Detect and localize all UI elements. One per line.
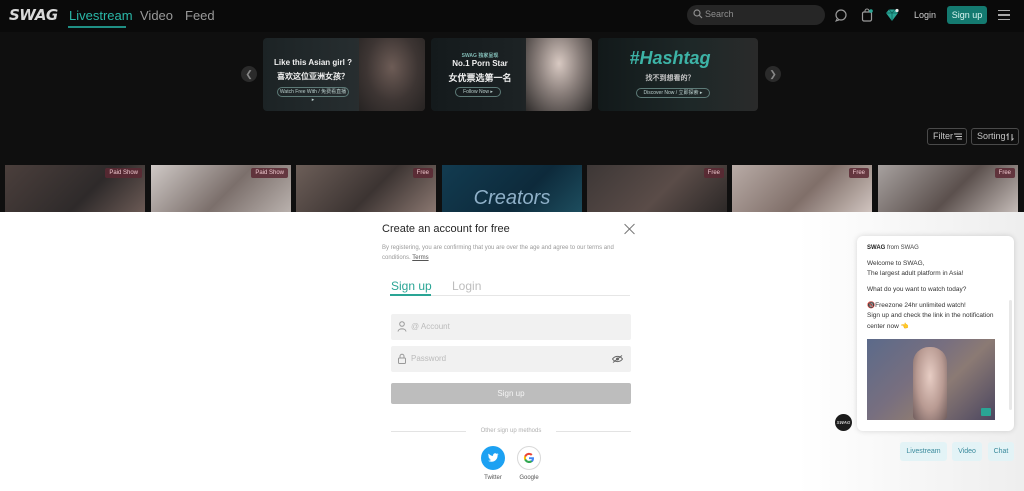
chat-scrollbar[interactable] — [1009, 300, 1012, 410]
tab-signup[interactable]: Sign up — [391, 279, 432, 293]
chat-message-line: The largest adult platform in Asia! — [867, 270, 964, 277]
banner-cta[interactable]: Follow Now ▸ — [455, 87, 501, 97]
preview-figure — [913, 347, 947, 420]
chat-popup[interactable]: SWAG from SWAG Welcome to SWAG, The larg… — [857, 236, 1014, 431]
stream-card[interactable]: Paid Show — [5, 165, 145, 212]
stream-card[interactable]: Free — [296, 165, 436, 212]
banner-photo — [359, 38, 425, 111]
google-label: Google — [519, 475, 539, 481]
account-placeholder: @ Account — [411, 322, 450, 331]
chat-sender: SWAG from SWAG — [867, 245, 919, 251]
banner-cta[interactable]: Watch Free With / 免费看直播 ▸ — [277, 87, 349, 103]
quick-reply-livestream[interactable]: Livestream — [900, 442, 947, 461]
chat-message-line: Welcome to SWAG, — [867, 260, 925, 267]
stream-card[interactable]: Free — [732, 165, 872, 212]
creators-card[interactable]: Creators — [442, 165, 582, 212]
terms-disclaimer: By registering, you are confirming that … — [382, 243, 637, 263]
expand-icon — [981, 408, 991, 416]
free-badge: Free — [848, 168, 869, 178]
diamond-icon[interactable] — [885, 8, 899, 22]
tab-active-underline — [390, 294, 431, 296]
paid-show-badge: Paid Show — [251, 168, 288, 178]
banner-title: #Hashtag — [629, 48, 711, 68]
stream-card[interactable]: Free — [878, 165, 1018, 212]
banner-photo — [526, 38, 592, 111]
chat-bubble-icon[interactable] — [834, 8, 848, 22]
signup-button[interactable]: Sign up — [947, 6, 987, 24]
search-icon — [693, 9, 703, 19]
terms-link[interactable]: Terms — [412, 255, 428, 261]
twitter-login-button[interactable] — [481, 446, 505, 470]
nav-feed[interactable]: Feed — [185, 8, 215, 23]
tab-login[interactable]: Login — [452, 279, 481, 293]
close-icon[interactable] — [624, 223, 636, 235]
top-header: SWAG Livestream Video Feed Search Login … — [0, 0, 1024, 32]
login-button[interactable]: Login — [909, 6, 941, 24]
hamburger-menu-icon[interactable] — [998, 10, 1010, 20]
signup-submit-button[interactable]: Sign up — [391, 383, 631, 404]
free-badge: Free — [412, 168, 433, 178]
nav-livestream[interactable]: Livestream — [69, 8, 133, 23]
stream-card[interactable]: Paid Show — [151, 165, 291, 212]
chat-preview-image[interactable] — [867, 339, 995, 420]
banner-title: Like this Asian girl ? — [274, 58, 352, 67]
swag-logo[interactable]: SWAG — [9, 6, 58, 24]
banner-hashtag[interactable]: #Hashtag 找不到想看的？ Discover Now / 立即探索 ▸ — [598, 38, 758, 111]
twitter-label: Twitter — [484, 475, 502, 481]
free-badge: Free — [994, 168, 1015, 178]
search-placeholder: Search — [705, 9, 734, 19]
banner-prev-arrow[interactable]: ❮ — [241, 66, 257, 82]
banner-subtitle: 女优票选第一名 — [448, 73, 512, 83]
user-icon — [397, 321, 407, 332]
chat-sender-name: SWAG — [867, 245, 886, 251]
sorting-button[interactable]: Sorting — [971, 128, 1019, 145]
quick-reply-chat[interactable]: Chat — [988, 442, 1014, 461]
banner-next-arrow[interactable]: ❯ — [765, 66, 781, 82]
filter-button[interactable]: Filter — [927, 128, 967, 145]
shopping-bag-icon[interactable] — [860, 8, 874, 22]
banner-porn-star[interactable]: SWAG 独家呈现 No.1 Porn Star 女优票选第一名 Follow … — [431, 38, 592, 111]
sort-icon — [1006, 132, 1014, 141]
filter-icon — [954, 133, 962, 140]
sorting-label: Sorting — [977, 131, 1006, 141]
banner-cta[interactable]: Discover Now / 立即探索 ▸ — [636, 88, 710, 98]
chat-sender-suffix: from SWAG — [885, 245, 919, 251]
nav-video[interactable]: Video — [140, 8, 173, 23]
creators-label: Creators — [473, 187, 551, 209]
google-login-button[interactable] — [517, 446, 541, 470]
chat-message-line: What do you want to watch today? — [867, 286, 967, 293]
free-badge: Free — [703, 168, 724, 178]
filter-label: Filter — [933, 131, 953, 141]
banner-subtitle: 找不到想看的？ — [645, 75, 695, 82]
banner-subtitle: 喜欢这位亚洲女孩？ — [277, 72, 349, 81]
other-methods-divider: Other sign up methods — [391, 426, 631, 436]
account-field[interactable]: @ Account — [391, 314, 631, 340]
nav-active-underline — [68, 26, 126, 28]
banner-kicker: SWAG 独家呈现 — [461, 53, 499, 59]
banner-title: No.1 Porn Star — [452, 59, 508, 68]
twitter-icon — [488, 453, 499, 462]
banner-asian-girl[interactable]: Like this Asian girl ? 喜欢这位亚洲女孩？ Watch F… — [263, 38, 425, 111]
chat-message-line: Sign up and check the link in the notifi… — [867, 312, 994, 330]
eye-off-icon[interactable] — [612, 355, 623, 363]
google-icon — [523, 452, 534, 463]
password-placeholder: Password — [411, 354, 447, 363]
stream-card[interactable]: Free — [587, 165, 727, 212]
search-bar[interactable]: Search — [687, 5, 825, 25]
password-field[interactable]: Password — [391, 346, 631, 372]
swag-chat-avatar[interactable]: SWAG — [835, 414, 852, 431]
modal-title: Create an account for free — [382, 223, 510, 235]
lock-icon — [398, 353, 406, 364]
quick-reply-video[interactable]: Video — [952, 442, 982, 461]
paid-show-badge: Paid Show — [105, 168, 142, 178]
chat-message-line: 🔞Freezone 24hr unlimited watch! — [867, 302, 966, 309]
